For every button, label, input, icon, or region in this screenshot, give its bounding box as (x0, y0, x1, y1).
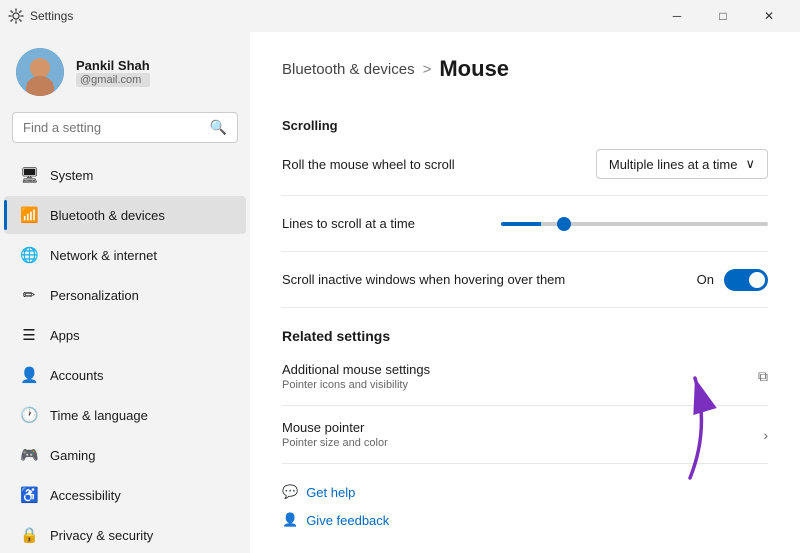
window-controls: ─ □ ✕ (654, 0, 792, 32)
chevron-right-icon: › (763, 427, 768, 443)
mouse-pointer-title: Mouse pointer (282, 420, 388, 435)
user-info: Pankil Shah @gmail.com (76, 58, 150, 87)
breadcrumb-current: Mouse (439, 56, 509, 82)
nav-label-accessibility: Accessibility (50, 488, 121, 503)
nav-item-bluetooth[interactable]: 📶 Bluetooth & devices (4, 196, 246, 234)
footer-links: 💬 Get help 👤 Give feedback (282, 464, 768, 532)
privacy-icon: 🔒 (20, 526, 38, 544)
minimize-button[interactable]: ─ (654, 0, 700, 32)
nav-item-apps[interactable]: ☰ Apps (4, 316, 246, 354)
time-icon: 🕐 (20, 406, 38, 424)
avatar (16, 48, 64, 96)
get-help-icon: 💬 (282, 484, 298, 500)
nav-label-system: System (50, 168, 93, 183)
breadcrumb: Bluetooth & devices > Mouse (282, 56, 768, 82)
gaming-icon: 🎮 (20, 446, 38, 464)
scroll-inactive-toggle-group: On (697, 269, 768, 291)
nav-label-time: Time & language (50, 408, 148, 423)
roll-wheel-label: Roll the mouse wheel to scroll (282, 157, 455, 172)
bluetooth-icon: 📶 (20, 206, 38, 224)
app-body: Pankil Shah @gmail.com 🔍 🖥 System 📶 Blue… (0, 32, 800, 553)
scroll-inactive-toggle[interactable] (724, 269, 768, 291)
breadcrumb-parent[interactable]: Bluetooth & devices (282, 61, 415, 78)
nav-label-privacy: Privacy & security (50, 528, 153, 543)
window-title: Settings (30, 9, 654, 23)
nav-label-accounts: Accounts (50, 368, 103, 383)
nav-item-accessibility[interactable]: ♿ Accessibility (4, 476, 246, 514)
scroll-type-dropdown[interactable]: Multiple lines at a time ∨ (596, 149, 768, 179)
apps-icon: ☰ (20, 326, 38, 344)
nav-label-bluetooth: Bluetooth & devices (50, 208, 165, 223)
user-profile: Pankil Shah @gmail.com (0, 40, 250, 112)
scrolling-heading: Scrolling (282, 106, 768, 133)
nav-item-accounts[interactable]: 👤 Accounts (4, 356, 246, 394)
titlebar: Settings ─ □ ✕ (0, 0, 800, 32)
scroll-type-value: Multiple lines at a time (609, 157, 738, 172)
nav-item-personalization[interactable]: ✏ Personalization (4, 276, 246, 314)
search-icon: 🔍 (210, 119, 227, 136)
scroll-lines-slider[interactable] (501, 222, 768, 226)
nav-item-network[interactable]: 🌐 Network & internet (4, 236, 246, 274)
nav-item-time[interactable]: 🕐 Time & language (4, 396, 246, 434)
scroll-inactive-toggle-text: On (697, 272, 714, 287)
nav-item-privacy[interactable]: 🔒 Privacy & security (4, 516, 246, 553)
nav-label-apps: Apps (50, 328, 80, 343)
lines-scroll-label: Lines to scroll at a time (282, 216, 415, 231)
accounts-icon: 👤 (20, 366, 38, 384)
give-feedback-link[interactable]: 👤 Give feedback (282, 508, 768, 532)
additional-mouse-title: Additional mouse settings (282, 362, 430, 377)
lines-scroll-row: Lines to scroll at a time (282, 196, 768, 252)
network-icon: 🌐 (20, 246, 38, 264)
scroll-lines-slider-container (501, 222, 768, 226)
sidebar: Pankil Shah @gmail.com 🔍 🖥 System 📶 Blue… (0, 32, 250, 553)
search-box[interactable]: 🔍 (12, 112, 238, 143)
nav-label-gaming: Gaming (50, 448, 96, 463)
main-content: Bluetooth & devices > Mouse Scrolling Ro… (250, 32, 800, 553)
close-button[interactable]: ✕ (746, 0, 792, 32)
nav-item-gaming[interactable]: 🎮 Gaming (4, 436, 246, 474)
accessibility-icon: ♿ (20, 486, 38, 504)
give-feedback-icon: 👤 (282, 512, 298, 528)
roll-wheel-row: Roll the mouse wheel to scroll Multiple … (282, 133, 768, 196)
breadcrumb-separator: > (423, 61, 432, 78)
nav-label-personalization: Personalization (50, 288, 139, 303)
additional-mouse-subtitle: Pointer icons and visibility (282, 379, 430, 391)
mouse-pointer-row[interactable]: Mouse pointer Pointer size and color › (282, 406, 768, 464)
maximize-button[interactable]: □ (700, 0, 746, 32)
personalization-icon: ✏ (20, 286, 38, 304)
get-help-label: Get help (306, 485, 355, 500)
get-help-link[interactable]: 💬 Get help (282, 480, 768, 504)
dropdown-chevron-icon: ∨ (745, 156, 755, 172)
scroll-inactive-label: Scroll inactive windows when hovering ov… (282, 272, 565, 287)
settings-window-icon (8, 8, 24, 24)
search-input[interactable] (23, 120, 202, 135)
user-email: @gmail.com (76, 73, 150, 87)
nav-item-system[interactable]: 🖥 System (4, 156, 246, 194)
additional-mouse-text: Additional mouse settings Pointer icons … (282, 362, 430, 391)
additional-mouse-settings-row[interactable]: Additional mouse settings Pointer icons … (282, 348, 768, 406)
scroll-inactive-row: Scroll inactive windows when hovering ov… (282, 252, 768, 308)
give-feedback-label: Give feedback (306, 513, 389, 528)
nav-label-network: Network & internet (50, 248, 157, 263)
mouse-pointer-subtitle: Pointer size and color (282, 437, 388, 449)
related-settings-heading: Related settings (282, 308, 768, 348)
user-name: Pankil Shah (76, 58, 150, 73)
system-icon: 🖥 (20, 166, 38, 184)
external-link-icon: ⧉ (758, 368, 768, 385)
mouse-pointer-text: Mouse pointer Pointer size and color (282, 420, 388, 449)
